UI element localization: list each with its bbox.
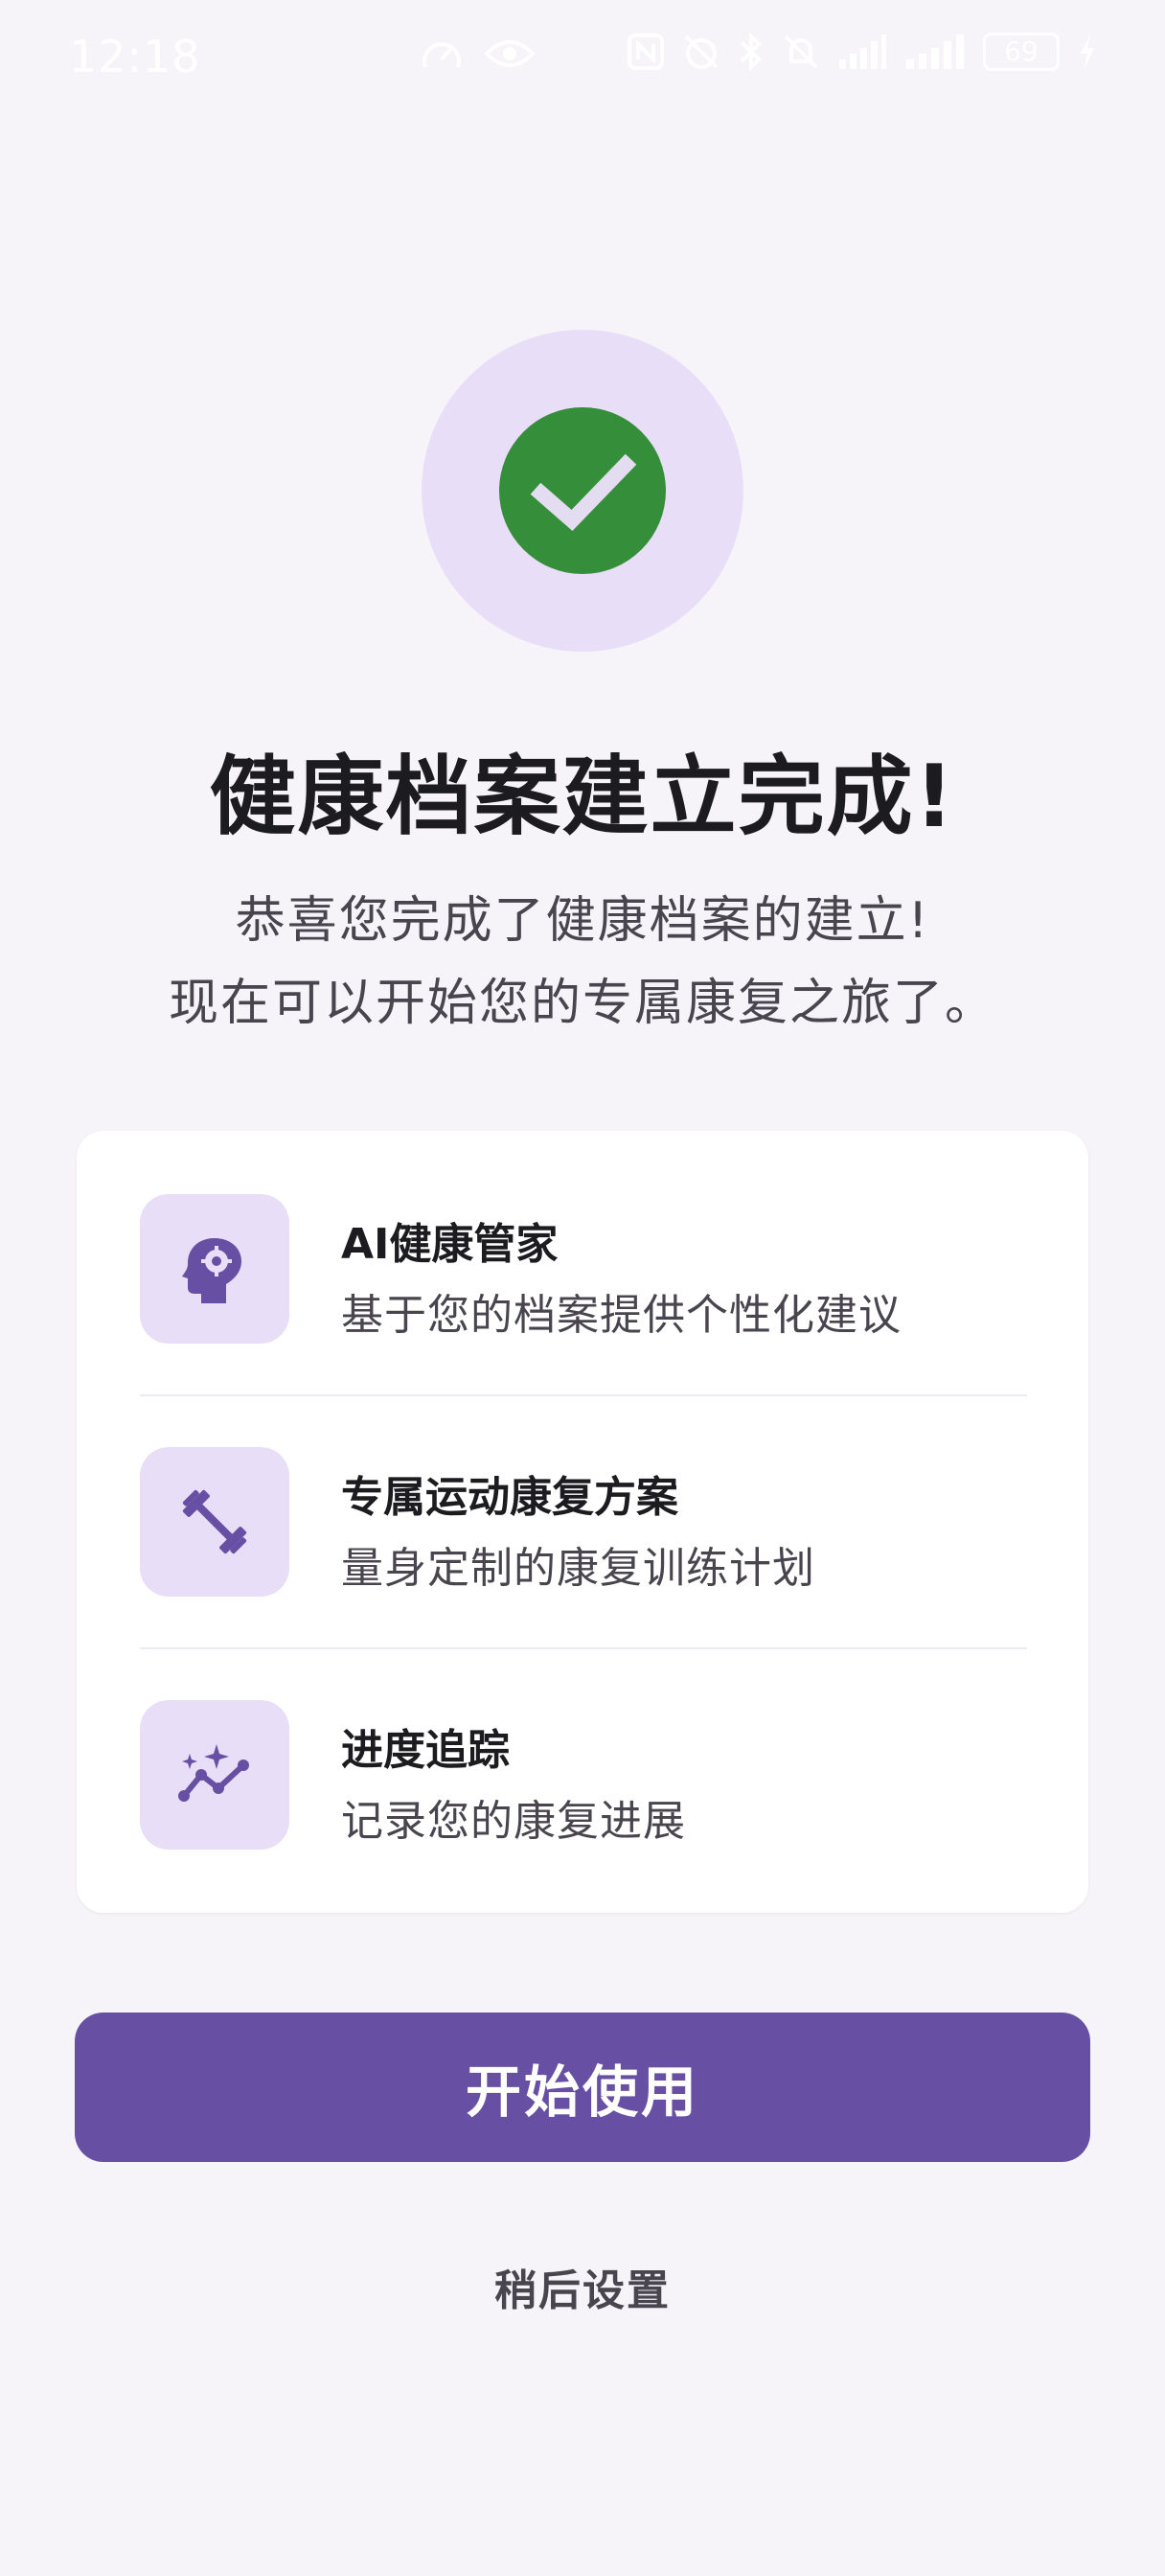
battery-indicator: 69 — [983, 33, 1060, 71]
feature-title: AI健康管家 — [341, 1220, 559, 1269]
mute-icon — [784, 34, 818, 69]
charging-bolt-icon — [1081, 34, 1094, 69]
feature-item-ai-assistant: AI健康管家 基于您的档案提供个性化建议 — [140, 1131, 1027, 1384]
progress-chart-icon — [178, 1744, 249, 1802]
feature-description: 量身定制的康复训练计划 — [341, 1544, 815, 1593]
feature-title: 专属运动康复方案 — [341, 1473, 678, 1522]
alarm-off-icon — [684, 34, 719, 69]
check-icon — [530, 453, 637, 532]
feature-icon-container — [140, 1447, 289, 1597]
feature-icon-container — [140, 1700, 289, 1850]
psychology-icon — [182, 1238, 241, 1303]
start-using-button[interactable]: 开始使用 — [75, 2012, 1090, 2162]
feature-icon-container — [140, 1194, 289, 1344]
success-hero-circle — [422, 330, 743, 652]
page-title: 健康档案建立完成! — [209, 747, 956, 847]
status-icons-right: 69 — [627, 33, 1098, 71]
speedometer-icon — [423, 42, 461, 68]
feature-item-progress-tracking: 进度追踪 记录您的康复进展 — [140, 1637, 1027, 1890]
subtitle-line-1: 恭喜您完成了健康档案的建立! — [235, 892, 930, 950]
eye-icon — [485, 40, 535, 67]
bluetooth-icon — [740, 33, 762, 71]
status-time: 12:18 — [69, 31, 201, 82]
subtitle-line-2: 现在可以开始您的专属康复之旅了。 — [168, 975, 996, 1032]
signal-icon-sim2 — [906, 34, 964, 69]
features-card: AI健康管家 基于您的档案提供个性化建议 专属运动康复方案 量身定制的康复训练计… — [77, 1131, 1088, 1913]
feature-item-exercise-plan: 专属运动康复方案 量身定制的康复训练计划 — [140, 1384, 1027, 1637]
feature-description: 基于您的档案提供个性化建议 — [341, 1291, 902, 1340]
status-icons-left — [420, 34, 535, 73]
signal-icon-sim1 — [839, 34, 886, 69]
status-bar: 12:18 69 — [0, 0, 1165, 115]
success-check-circle — [499, 407, 666, 574]
nfc-icon — [628, 34, 664, 70]
feature-title: 进度追踪 — [341, 1726, 510, 1775]
set-up-later-button[interactable]: 稍后设置 — [391, 2248, 774, 2325]
feature-description: 记录您的康复进展 — [341, 1797, 686, 1846]
fitness-dumbbell-icon — [182, 1489, 247, 1554]
